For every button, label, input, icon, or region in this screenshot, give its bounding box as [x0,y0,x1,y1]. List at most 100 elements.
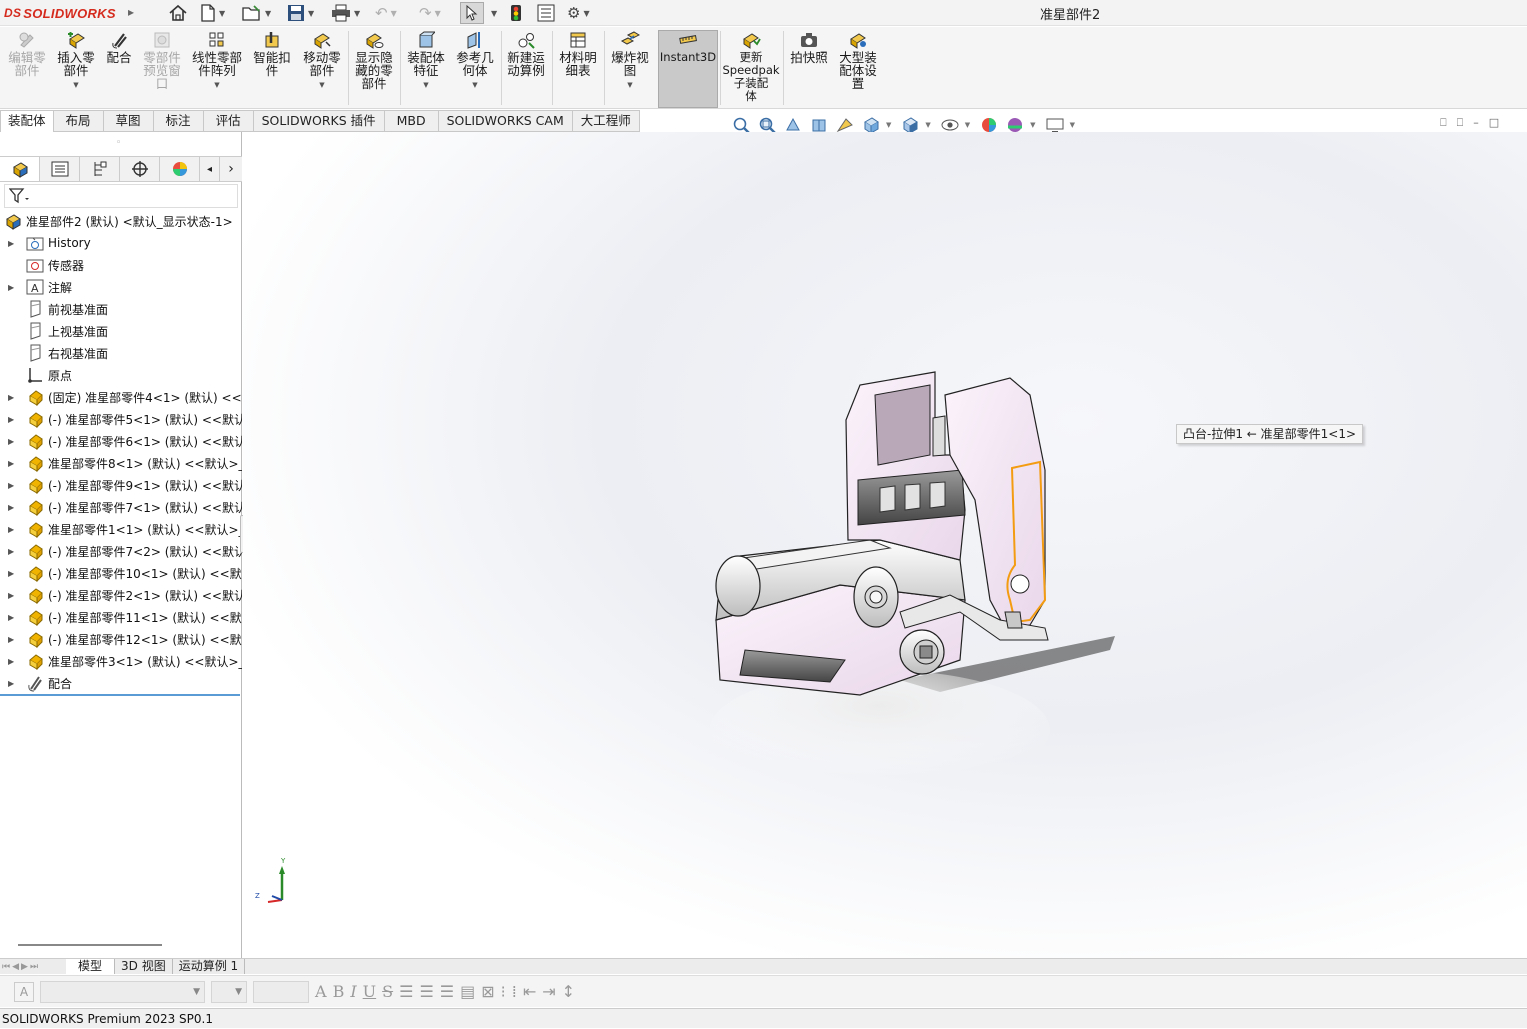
tree-item[interactable]: ▶ History [0,232,242,254]
open-icon[interactable]: ▼ [242,3,271,23]
tree-item[interactable]: 右视基准面 [0,342,242,364]
tree-item[interactable]: ▶ (-) 准星部零件10<1> (默认) <<默认 [0,562,242,584]
options-gear-icon[interactable]: ⚙ ▼ [567,3,590,23]
symbol-icon[interactable]: ⊠ [481,982,494,1001]
tab-engineer[interactable]: 大工程师 [572,110,640,132]
new-motion-study-button[interactable]: 新建运 动算例 [504,31,548,77]
line-spacing-icon[interactable]: ↕ [562,982,575,1001]
tab-mbd[interactable]: MBD [384,110,439,132]
text-style-icon[interactable]: A [14,981,34,1002]
configuration-manager-tab-icon[interactable] [80,157,120,181]
expand-arrow-icon[interactable]: ▶ [8,525,18,534]
expand-arrow-icon[interactable]: ▶ [8,547,18,556]
font-color-icon[interactable]: A [315,982,327,1001]
expand-arrow-icon[interactable]: ▶ [8,635,18,644]
print-icon[interactable]: ▼ [331,3,360,23]
instant3d-button[interactable]: Instant3D [660,31,716,64]
tree-item[interactable]: ▶ 准星部零件1<1> (默认) <<默认>_显 [0,518,242,540]
minimize-icon[interactable]: – [1473,116,1479,130]
tree-item[interactable]: ▶ 准星部零件8<1> (默认) <<默认>_显 [0,452,242,474]
justify-icon[interactable]: ▤ [460,982,475,1001]
component-preview-button[interactable]: 零部件 预览窗 口 [140,31,184,90]
tree-item[interactable]: ▶ (-) 准星部零件7<1> (默认) <<默认 [0,496,242,518]
update-speedpak-button[interactable]: 更新 Speedpak 子装配 体 [722,31,780,103]
exploded-view-button[interactable]: 爆炸视 图 ▼ [608,31,652,92]
rebuild-icon[interactable] [510,3,522,23]
tab-3d-views[interactable]: 3D 视图 [115,959,173,974]
restore-icon[interactable]: ⎕ [1440,116,1447,130]
expand-arrow-icon[interactable]: ▶ [8,393,18,402]
tab-markup[interactable]: 标注 [153,110,204,132]
expand-arrow-icon[interactable]: ▶ [8,481,18,490]
redo-icon[interactable]: ↷ ▼ [419,3,441,23]
font-select[interactable]: ▼ [40,980,205,1003]
tab-sketch[interactable]: 草图 [103,110,154,132]
hide-show-dropdown[interactable]: ▼ [965,121,970,129]
underline-icon[interactable]: U [363,982,376,1001]
move-component-button[interactable]: 移动零 部件 ▼ [300,31,344,92]
take-snapshot-button[interactable]: 拍快照 [787,31,831,64]
tree-root-assembly[interactable]: 准星部件2 (默认) <默认_显示状态-1> [0,210,242,232]
new-document-icon[interactable]: ▼ [200,3,225,23]
tree-item[interactable]: ▶ 准星部零件3<1> (默认) <<默认>_显 [0,650,242,672]
tab-assembly[interactable]: 装配体 [0,110,54,132]
smart-fastener-button[interactable]: 智能扣 件 [250,31,294,77]
align-right-icon[interactable]: ☰ [440,982,454,1001]
tab-scroll-left-icon[interactable]: ◂ [200,157,220,181]
tree-item[interactable]: ▶ 配合 [0,672,242,694]
tab-layout[interactable]: 布局 [53,110,104,132]
menu-expand-icon[interactable]: ▸ [128,5,134,19]
next-tab-icon[interactable]: ▶ [21,962,28,972]
view-settings-dropdown[interactable]: ▼ [1070,121,1075,129]
tree-item[interactable]: ▶ A 注解 [0,276,242,298]
font-size-input[interactable] [253,980,309,1003]
font-size-select[interactable]: ▼ [211,980,247,1003]
display-style-dropdown[interactable]: ▼ [925,121,930,129]
solidworks-logo[interactable]: DS SOLIDWORKS [4,3,116,23]
italic-icon[interactable]: I [350,982,356,1001]
align-left-icon[interactable]: ☰ [399,982,413,1001]
tree-item[interactable]: 上视基准面 [0,320,242,342]
tree-item[interactable]: ▶ (-) 准星部零件12<1> (默认) <<默认 [0,628,242,650]
select-dropdown-icon[interactable]: ▼ [488,3,497,23]
panel-grip-dot[interactable]: ◦ [116,138,121,148]
view-orientation-dropdown[interactable]: ▼ [886,121,891,129]
dimxpert-tab-icon[interactable] [120,157,160,181]
linear-pattern-button[interactable]: 线性零部 件阵列 ▼ [190,31,244,92]
tab-motion-study-1[interactable]: 运动算例 1 [173,959,246,974]
strikethrough-icon[interactable]: S [382,982,393,1001]
tab-model[interactable]: 模型 [66,959,116,974]
expand-arrow-icon[interactable]: ▶ [8,657,18,666]
property-manager-tab-icon[interactable] [40,157,80,181]
tab-evaluate[interactable]: 评估 [203,110,254,132]
tree-item[interactable]: ▶ (-) 准星部零件5<1> (默认) <<默认 [0,408,242,430]
indent-decrease-icon[interactable]: ⇤ [523,982,536,1001]
assembly-model[interactable] [243,132,1527,958]
reference-geometry-button[interactable]: 参考几 何体 ▼ [453,31,497,92]
bullets-icon[interactable]: ⁝ [501,982,506,1001]
bold-icon[interactable]: B [333,982,345,1001]
expand-arrow-icon[interactable]: ▶ [8,239,18,248]
display-manager-tab-icon[interactable] [160,157,200,181]
select-icon[interactable] [460,2,484,24]
expand-arrow-icon[interactable]: ▶ [8,459,18,468]
tree-item[interactable]: 传感器 [0,254,242,276]
large-assembly-settings-button[interactable]: 大型装 配体设 置 [836,31,880,90]
tab-cam[interactable]: SOLIDWORKS CAM [438,110,573,132]
last-tab-icon[interactable]: ⏭ [30,962,38,972]
indent-increase-icon[interactable]: ⇥ [542,982,555,1001]
edit-part-button[interactable]: 编辑零 部件 [6,31,48,77]
expand-arrow-icon[interactable]: ▶ [8,591,18,600]
tab-nav-arrows[interactable]: ⏮ ◀ ▶ ⏭ [0,959,66,974]
align-center-icon[interactable]: ☰ [419,982,433,1001]
tree-item[interactable]: ▶ (固定) 准星部零件4<1> (默认) <<默 [0,386,242,408]
tree-item[interactable]: 原点 [0,364,242,386]
tree-item[interactable]: 前视基准面 [0,298,242,320]
feature-manager-tab-icon[interactable] [0,157,40,181]
tree-item[interactable]: ▶ (-) 准星部零件2<1> (默认) <<默认 [0,584,242,606]
expand-arrow-icon[interactable]: ▶ [8,569,18,578]
scene-dropdown[interactable]: ▼ [1030,121,1035,129]
tree-item[interactable]: ▶ (-) 准星部零件11<1> (默认) <<默认 [0,606,242,628]
expand-arrow-icon[interactable]: ▶ [8,679,18,688]
expand-arrow-icon[interactable]: ▶ [8,613,18,622]
